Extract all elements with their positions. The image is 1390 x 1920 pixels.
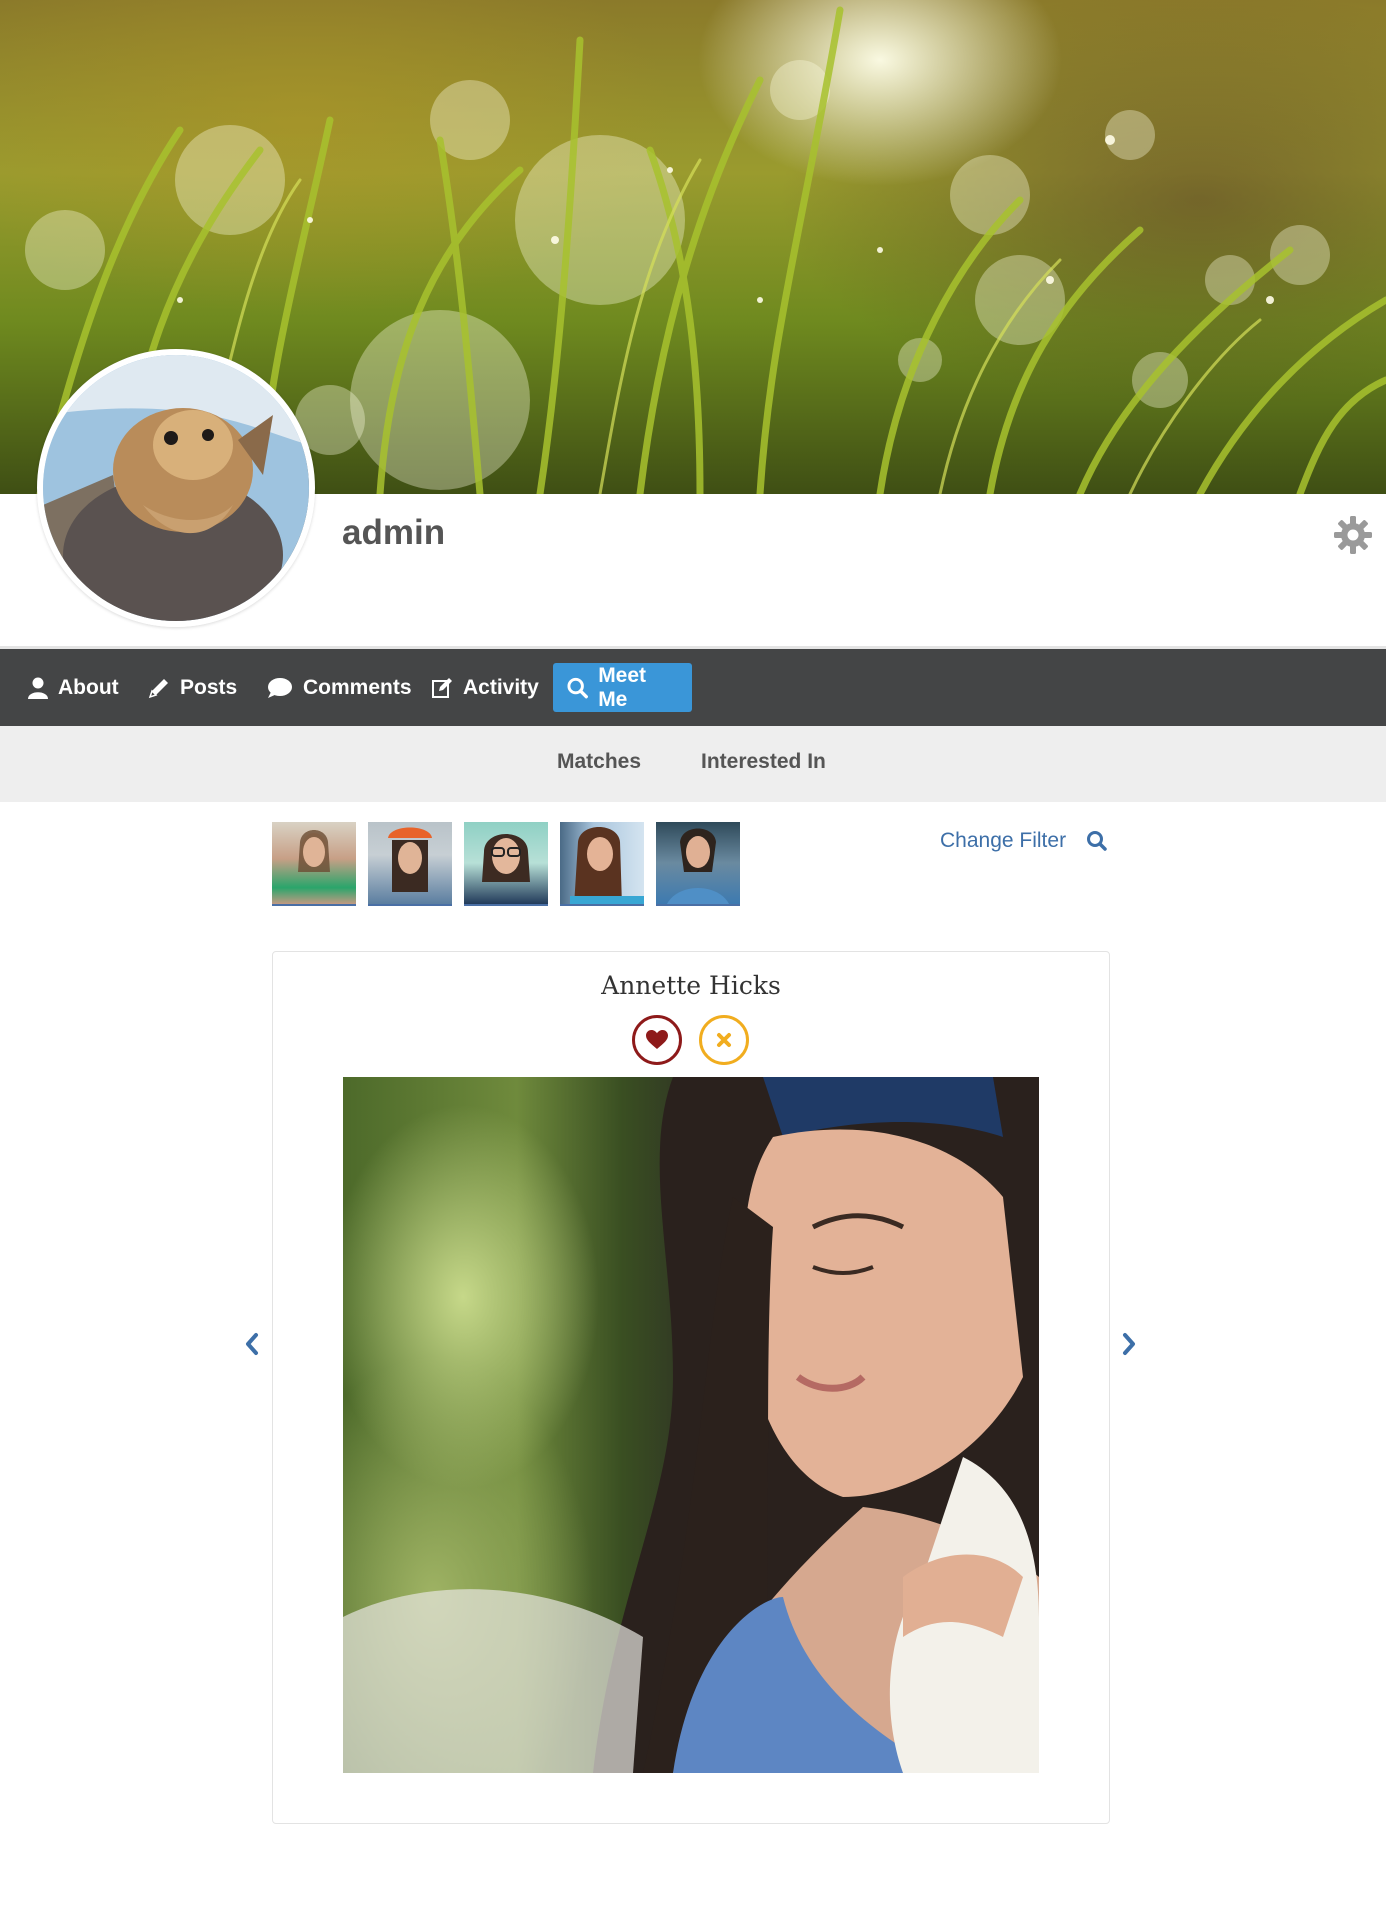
pass-button[interactable] — [699, 1015, 749, 1065]
gear-icon[interactable] — [1333, 515, 1373, 555]
profile-username: admin — [342, 513, 446, 552]
chevron-left-icon[interactable] — [244, 1332, 260, 1361]
like-button[interactable] — [632, 1015, 682, 1065]
nav-item-posts[interactable]: Posts — [134, 663, 251, 712]
nav-label-activity: Activity — [463, 675, 539, 699]
match-photo[interactable] — [343, 1077, 1039, 1773]
user-icon — [28, 677, 48, 699]
meet-me-subtabs: Matches Interested In — [0, 726, 1386, 802]
chevron-right-icon[interactable] — [1121, 1332, 1137, 1361]
nav-item-comments[interactable]: Comments — [253, 663, 426, 712]
pencil-icon — [148, 678, 168, 698]
nav-label-meet-me: Meet Me — [598, 663, 647, 711]
search-icon[interactable] — [1086, 830, 1108, 857]
heart-icon — [646, 1030, 668, 1049]
match-name: Annette Hicks — [601, 971, 781, 1000]
comment-icon — [268, 677, 292, 698]
match-thumbnail[interactable] — [560, 822, 644, 906]
profile-avatar[interactable] — [37, 349, 315, 627]
tab-matches[interactable]: Matches — [557, 750, 641, 774]
woman-portrait — [343, 1077, 1039, 1773]
nav-label-comments: Comments — [303, 675, 412, 699]
tab-interested-in[interactable]: Interested In — [701, 750, 826, 774]
nav-item-meet-me[interactable]: Meet Me — [553, 663, 692, 712]
profile-navbar: About Posts Comments Activity Meet Me — [0, 649, 1386, 726]
edit-icon — [432, 677, 452, 698]
match-thumbnail[interactable] — [464, 822, 548, 906]
nav-item-activity[interactable]: Activity — [417, 663, 553, 712]
nav-label-posts: Posts — [180, 675, 238, 699]
change-filter-link[interactable]: Change Filter — [940, 829, 1066, 853]
nav-item-about[interactable]: About — [14, 663, 133, 712]
search-icon — [567, 677, 588, 698]
match-thumbnail[interactable] — [368, 822, 452, 906]
dog-photo — [43, 355, 309, 621]
match-thumbnail[interactable] — [272, 822, 356, 906]
match-thumbnail[interactable] — [656, 822, 740, 906]
close-icon — [717, 1033, 731, 1047]
nav-label-about: About — [58, 675, 119, 699]
